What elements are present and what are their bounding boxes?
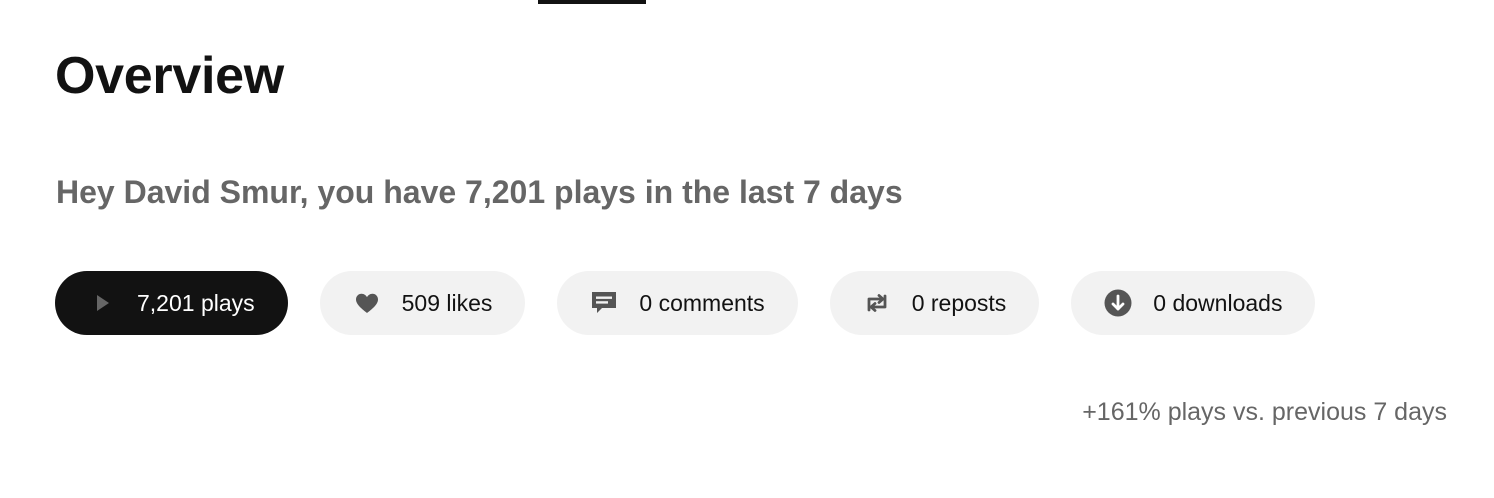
heart-icon bbox=[352, 288, 382, 318]
plays-stat-button[interactable]: 7,201 plays bbox=[55, 271, 288, 335]
plays-stat-label: 7,201 plays bbox=[137, 290, 255, 316]
comments-stat-button[interactable]: 0 comments bbox=[557, 271, 798, 335]
likes-stat-button[interactable]: 509 likes bbox=[319, 271, 526, 335]
reposts-stat-label: 0 reposts bbox=[911, 290, 1007, 316]
active-tab-indicator bbox=[538, 0, 646, 4]
downloads-stat-label: 0 downloads bbox=[1153, 290, 1283, 316]
likes-stat-label: 509 likes bbox=[401, 290, 493, 316]
plays-greeting: Hey David Smur, you have 7,201 plays in … bbox=[56, 174, 903, 210]
play-icon bbox=[87, 288, 117, 318]
stats-filter-row: 7,201 plays 509 likes 0 comments 0 repos… bbox=[55, 271, 1316, 335]
page-title: Overview bbox=[55, 47, 284, 105]
repost-icon bbox=[862, 288, 892, 318]
reposts-stat-button[interactable]: 0 reposts bbox=[829, 271, 1040, 335]
comment-icon bbox=[589, 288, 619, 318]
download-icon bbox=[1103, 288, 1133, 318]
downloads-stat-button[interactable]: 0 downloads bbox=[1071, 271, 1316, 335]
plays-comparison-text: +161% plays vs. previous 7 days bbox=[1082, 398, 1447, 426]
comments-stat-label: 0 comments bbox=[639, 290, 765, 316]
